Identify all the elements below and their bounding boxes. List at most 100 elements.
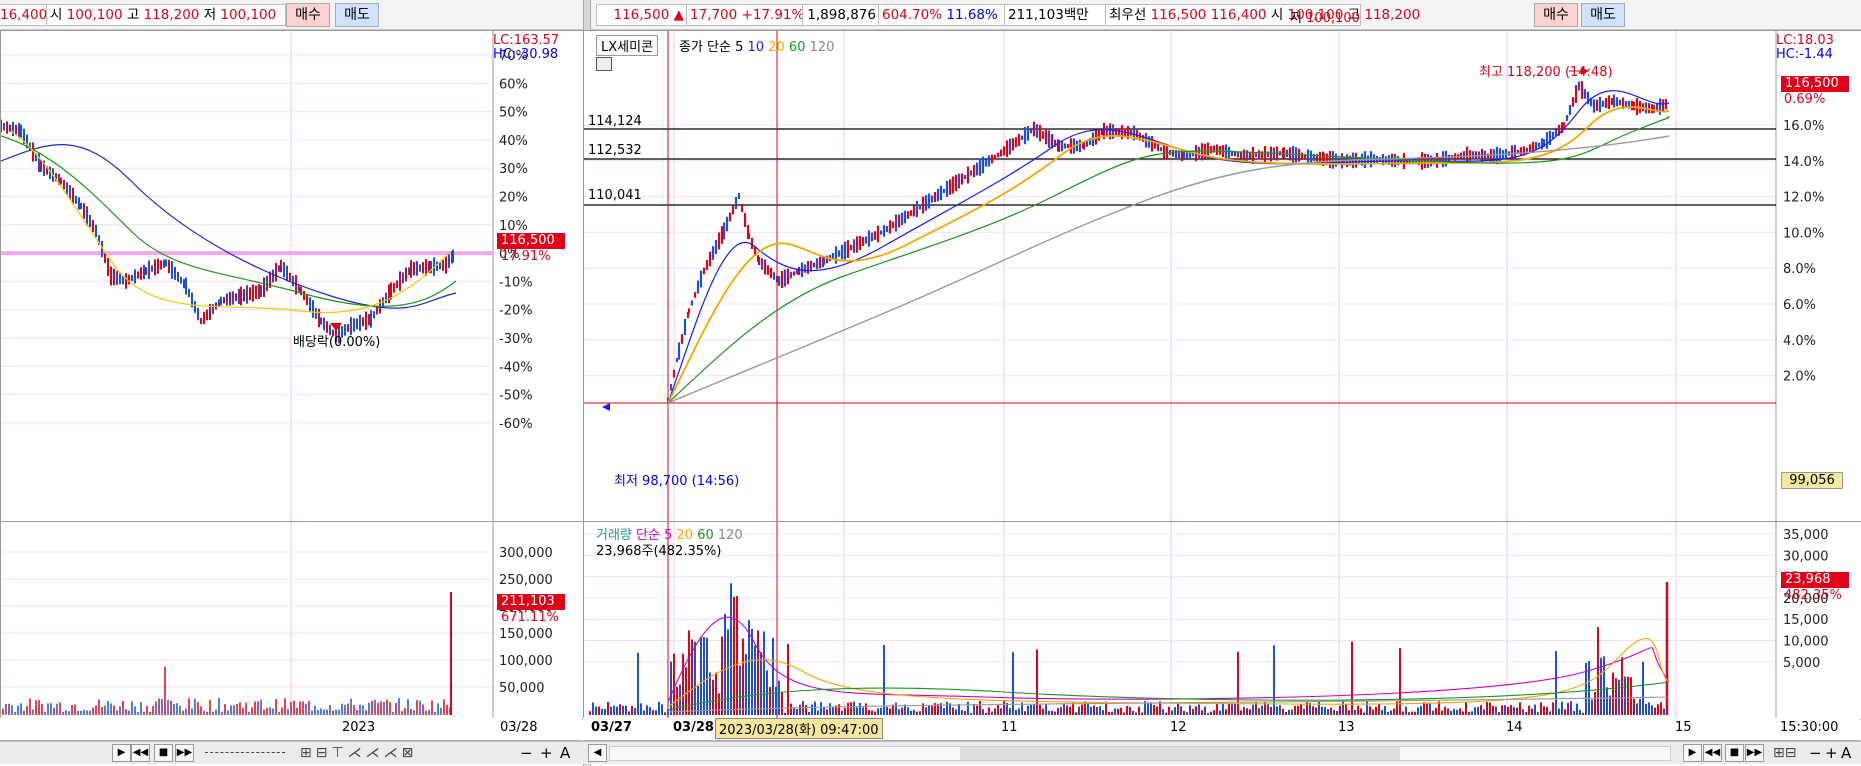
main-volume-panel: 35,00030,00025,00020,00015,00010,0005,00… xyxy=(583,521,1861,720)
ma-legend: 종가 단순 5 10 20 60 120 xyxy=(679,36,834,55)
zoom-in-button[interactable]: + xyxy=(540,744,553,762)
sell-button[interactable]: 매도 xyxy=(335,3,379,27)
left-hc: HC:-30.98 xyxy=(493,47,559,62)
main-price-panel: 16.0% 14.0% 12.0% 10.0% 8.0% 6.0% 4.0% 2.0% LX세… xyxy=(583,30,1861,522)
low-value: 100,100 xyxy=(220,7,277,23)
up-arrow-icon: ▲ xyxy=(673,7,684,23)
ma60-label: 60 xyxy=(788,40,806,55)
main-y-tick: 6.0% xyxy=(1783,298,1816,313)
left-y-tick: 20% xyxy=(499,191,528,206)
drawing-tools[interactable]: ⊞⊟⊤⋌⋌⋌⊠ xyxy=(300,745,417,761)
ex-dividend-annotation: 배당락(0.00%) xyxy=(293,335,381,350)
ma5-label: 5 xyxy=(735,40,744,55)
vma120-label: 120 xyxy=(717,528,743,543)
zoom-out-button-right[interactable]: − xyxy=(1809,744,1822,762)
rewind-button-right[interactable]: ◀◀ xyxy=(1703,744,1722,762)
main-toolbar: ◀ ▶ ◀◀ ■ ▶▶ ⊞⊟ − + A xyxy=(583,741,1861,764)
vol-y-tick: 35,000 xyxy=(1783,528,1829,543)
left-low-marker-icon xyxy=(330,323,342,331)
best-ask: 116,500 xyxy=(1150,7,1207,23)
main-y-tick: 4.0% xyxy=(1783,334,1816,349)
buy-button[interactable]: 매수 xyxy=(286,3,330,27)
stop-button-right[interactable]: ■ xyxy=(1725,744,1744,762)
best-bid: 116,400 xyxy=(1210,7,1267,23)
left-vol-y-tick: 150,000 xyxy=(499,627,553,642)
right-low: 저 100,100 xyxy=(1290,7,1360,26)
left-ohlc: 시 100,100 고 118,200 저 100,100 xyxy=(46,4,286,26)
left-y-tick: -60% xyxy=(499,417,533,432)
sell-button-right[interactable]: 매도 xyxy=(1581,3,1625,27)
main-price-tag-pct: 0.69% xyxy=(1784,92,1826,107)
left-date-label: 03/28 xyxy=(500,720,538,735)
main-hc: HC:-1.44 xyxy=(1776,47,1833,62)
zoom-in-button-right[interactable]: + xyxy=(1825,744,1838,762)
left-ma-green xyxy=(1,135,457,307)
vol-y-tick: 15,000 xyxy=(1783,613,1829,628)
left-price-tag: 116,500 xyxy=(497,233,565,249)
left-volume-panel: 300,000250,000200,000150,000100,00050,00… xyxy=(0,521,584,734)
change-pct: +17.91% xyxy=(741,7,805,23)
time-label: 15:30:00 xyxy=(1780,720,1839,735)
trade-amount: 211,103백만 xyxy=(1004,4,1107,26)
crosshair-date-label: 2023/03/28(화) 09:47:00 xyxy=(715,718,883,739)
low-arrow-icon xyxy=(602,403,610,411)
ma5-line xyxy=(667,90,1670,404)
main-vol-tag-pct: 482.35% xyxy=(1784,588,1842,603)
zoom-out-button[interactable]: − xyxy=(520,744,533,762)
left-volume-chart: 300,000250,000200,000150,000100,00050,00… xyxy=(1,522,553,719)
left-price-chart: 70%60%50%40%30%20%10%0%-10%-20%-30%-40%-… xyxy=(1,31,533,521)
drawing-tools-right[interactable]: ⊞⊟ xyxy=(1773,745,1796,761)
high-value: 118,200 xyxy=(1364,7,1421,23)
open-label: 시 xyxy=(1270,7,1284,23)
left-zero-band xyxy=(1,251,493,256)
low-value: 100,100 xyxy=(1306,11,1360,26)
vma60-line xyxy=(667,681,1670,711)
price-change: 17,700 +17.91% xyxy=(686,4,804,26)
main-lc: LC:18.03 xyxy=(1776,33,1834,48)
ma20-label: 20 xyxy=(768,40,785,55)
volume-info: 23,968주(482.35%) xyxy=(596,544,722,559)
main-xaxis: 03/27 03/28 11 12 13 14 15 15:30:00 2023… xyxy=(583,718,1860,741)
forward-button-right[interactable]: ▶▶ xyxy=(1745,744,1764,762)
left-y-tick: 40% xyxy=(499,134,528,149)
left-vol-y-tick: 250,000 xyxy=(499,573,553,588)
text-tool-button-right[interactable]: A xyxy=(1841,744,1851,762)
open-value: 100,100 xyxy=(66,7,123,23)
x-label-14: 14 xyxy=(1506,720,1523,735)
left-toolbar: ▶ ◀◀ ■ ▶▶ ⊞⊟⊤⋌⋌⋌⊠ − + A xyxy=(0,741,583,764)
high-note: 최고 118,200 (14:48) xyxy=(1479,65,1613,80)
main-y-tick: 16.0% xyxy=(1783,119,1824,134)
stock-name[interactable]: LX세미콘 xyxy=(596,35,659,56)
x-label-12: 12 xyxy=(1170,720,1187,735)
vol-y-tick: 30,000 xyxy=(1783,549,1829,564)
forward-button[interactable]: ▶▶ xyxy=(175,744,194,762)
high-label: 고 xyxy=(126,7,140,23)
stop-button[interactable]: ■ xyxy=(154,744,173,762)
volume-value: 1,898,876 xyxy=(802,4,880,26)
left-vol-y-tick: 100,000 xyxy=(499,654,553,669)
left-x-year-label: 2023 xyxy=(342,720,376,735)
play-button[interactable]: ▶ xyxy=(112,744,131,762)
main-volume-chart: 35,00030,00025,00020,00015,00010,0005,00… xyxy=(584,522,1829,719)
volume-ratios: 604.70% 11.68% xyxy=(878,4,1006,26)
vma20-line xyxy=(667,637,1670,708)
price-value: 116,500 xyxy=(613,7,670,23)
scrollbar-thumb[interactable] xyxy=(960,747,1400,760)
buy-button-right[interactable]: 매수 xyxy=(1534,3,1578,27)
scroll-left-button[interactable]: ◀ xyxy=(588,744,607,762)
rewind-button[interactable]: ◀◀ xyxy=(131,744,150,762)
left-xaxis: 2023 03/28 xyxy=(0,718,582,741)
main-y-tick: 8.0% xyxy=(1783,262,1816,277)
horizontal-scrollbar[interactable] xyxy=(609,746,1671,761)
low-label: 저 xyxy=(203,7,217,23)
text-tool-button[interactable]: A xyxy=(560,744,570,762)
hline-label-3: 110,041 xyxy=(588,188,642,203)
main-price-chart: 16.0% 14.0% 12.0% 10.0% 8.0% 6.0% 4.0% 2.0% xyxy=(584,31,1824,521)
x-label-0328: 03/28 xyxy=(673,720,714,735)
high-value: 118,200 xyxy=(143,7,200,23)
calendar-icon[interactable] xyxy=(596,57,612,71)
zoom-slider[interactable] xyxy=(205,752,285,755)
main-y-tick: 14.0% xyxy=(1783,155,1824,170)
ma120-label: 120 xyxy=(809,40,835,55)
play-button-right[interactable]: ▶ xyxy=(1683,744,1702,762)
